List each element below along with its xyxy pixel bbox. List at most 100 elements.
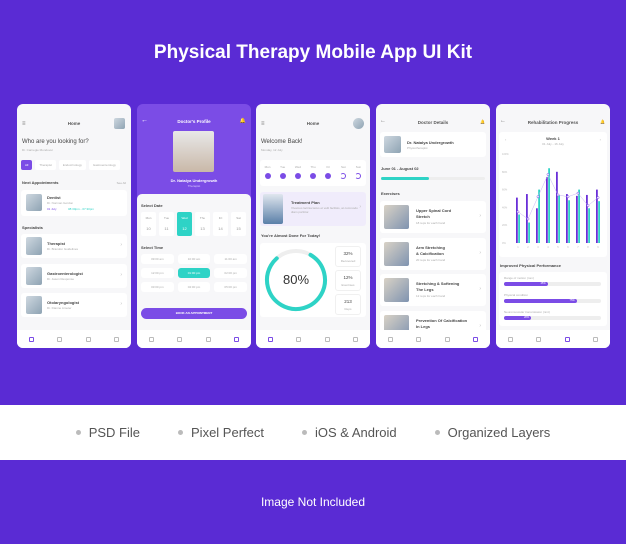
doctor-role: Therapist [187,184,201,188]
home-icon[interactable] [387,336,393,342]
exercise-title: Prevention Of Calcification [416,318,468,323]
treatment-plan-card[interactable]: Treatment Plan Vivamus lacinia lacus et … [260,192,366,226]
see-all-link[interactable]: See All [117,181,126,185]
stat-box: 32% Recovered [335,246,361,267]
x-tick-label: 9 [597,245,599,249]
chart-icon[interactable] [444,336,450,342]
range-progress [381,177,485,180]
date-option[interactable]: Wed 12 [177,212,192,236]
specialist-card[interactable]: Gastroenterologist Dr. Jason Response › [21,264,127,288]
calendar-icon[interactable] [536,336,542,342]
progress-card: 80% 32% Recovered 12% Exercises 213 Reps [260,243,366,317]
time-slot[interactable]: 10:00 am [177,254,211,264]
calendar-icon[interactable] [57,336,63,342]
home-icon[interactable] [267,336,273,342]
bullet-icon [434,430,440,435]
check-icon [294,173,301,179]
exercise-title: Stretching & Softening [416,281,460,286]
doctor-role: Physiotherapist [407,146,428,150]
time-slot[interactable]: 03:00 pm [141,282,174,292]
appointment-card[interactable]: Dentist Dr. Norman Gordon 01 July 08:30p… [21,190,127,216]
date-option[interactable]: Tue 11 [159,212,174,236]
stat-box: 213 Reps [335,294,361,315]
chart-icon[interactable] [85,336,91,342]
day-item: Sun [355,165,362,186]
appt-date: 01 July [47,207,57,211]
calendar-icon[interactable] [416,336,422,342]
heading: Who are you looking for? [22,139,89,145]
chip[interactable]: Endocrinology [58,160,86,170]
day-item: Sat [340,165,347,186]
exercise-card[interactable]: Stretching & Softening The Legs 12 reps fo… [380,274,486,306]
trend-point [546,173,550,176]
calendar-icon[interactable] [177,336,183,342]
metric-fill: 28% [504,316,532,320]
time-slot[interactable]: 05:00 pm [214,282,247,292]
trend-point [586,204,590,207]
specialist-doctor: Dr. Brandon Guidelines [47,247,79,251]
home-icon[interactable] [148,336,154,342]
chevron-right-icon: › [120,272,122,278]
chip[interactable]: Therapist [35,160,56,170]
bell-icon[interactable]: 🔔 [240,118,246,124]
chart-icon[interactable] [324,336,330,342]
chip-all[interactable]: All [21,160,33,170]
day-item: Fri [325,165,332,186]
profile-icon[interactable] [473,336,479,342]
date-option[interactable]: Sat 15 [231,212,246,236]
bar-series2 [598,201,600,243]
profile-icon[interactable] [353,336,359,342]
day-name: Tue [280,165,286,169]
home-icon[interactable] [507,336,513,342]
bell-icon[interactable]: 🔔 [600,119,605,124]
phone-home: ≡ Home Who are you looking for? Dr. Carn… [17,104,131,348]
doctor-card[interactable]: Dr. Natalya Undergrowth Physiotherapist [380,132,486,157]
time-slot[interactable]: 11:00 am [214,254,247,264]
date-option[interactable]: Thu 13 [195,212,210,236]
chart-icon[interactable] [205,336,211,342]
time-slot[interactable]: 01:00 pm [177,268,211,278]
specialist-type: Therapist [47,241,66,246]
trend-point [566,195,570,199]
exercise-reps: 12 reps for each hand [416,294,446,298]
check-icon [264,173,271,179]
specialist-card[interactable]: Otolaryngologist Dr. Dianne Ameter › [21,293,127,317]
chip[interactable]: Gastroenterology [88,160,120,170]
profile-icon[interactable] [234,336,240,342]
bottom-nav [256,330,370,348]
x-tick-label: 8 [587,245,589,249]
time-slot[interactable]: 09:00 am [141,254,174,264]
pending-icon [340,173,347,179]
bell-icon[interactable]: 🔔 [480,119,485,124]
metric-bar: 45% [504,282,601,286]
stats: 32% Recovered 12% Exercises 213 Reps [335,246,361,315]
exercise-title: Upper Spinal Cord [416,208,452,213]
exercise-card[interactable]: Upper Spinal Cord Stretch 18 reps for each… [380,201,486,233]
metric-fill: 45% [504,282,548,286]
time-slot[interactable]: 12:00 pm [141,268,174,278]
time-slot[interactable]: 04:00 pm [177,282,211,292]
exercise-title-2: In Legs [416,324,431,329]
book-appointment-button[interactable]: BOOK AN APPOINTMENT [141,308,247,319]
date-option[interactable]: Mon 10 [141,212,156,236]
trend-point [596,196,600,199]
avatar[interactable] [353,118,364,129]
calendar-icon[interactable] [296,336,302,342]
date-option[interactable]: Fri 14 [213,212,228,236]
profile-icon[interactable] [114,336,120,342]
plan-title: Treatment Plan [291,200,320,205]
metric-bar: 28% [504,316,601,320]
chart-icon[interactable] [564,336,570,342]
section-label: Next Appointments [22,180,59,185]
features-band: PSD File Pixel Perfect iOS & Android Org… [0,405,626,460]
avatar[interactable] [114,118,125,129]
time-slot[interactable]: 02:00 pm [214,268,247,278]
home-icon[interactable] [28,336,34,342]
phone-doctor-details: ← Doctor Details 🔔 Dr. Natalya Undergrow… [376,104,490,348]
exercise-card[interactable]: Arm Stretching & Calcification 20 reps for… [380,238,486,270]
specialist-card[interactable]: Therapist Dr. Brandon Guidelines › [21,234,127,258]
section-label: Exercises [381,191,400,196]
profile-icon[interactable] [593,336,599,342]
x-tick-label: 4 [547,245,549,249]
day-name: Thu [310,165,316,169]
